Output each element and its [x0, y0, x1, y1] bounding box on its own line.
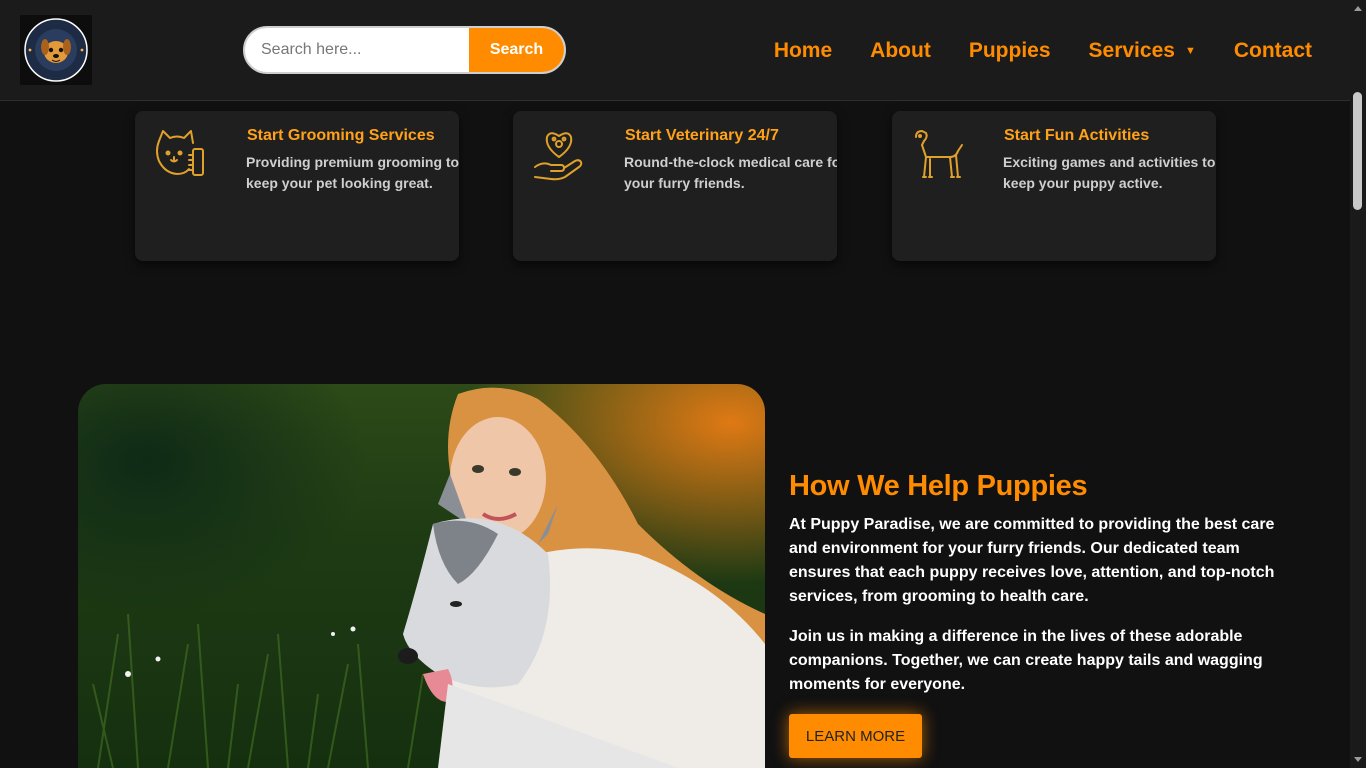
logo-badge-icon [24, 18, 88, 82]
service-card-title: Start Grooming Services [247, 127, 435, 144]
dog-standing-icon [915, 130, 963, 178]
woman-with-husky-image [92, 387, 765, 768]
service-card-veterinary[interactable]: Start Veterinary 24/7 Round-the-clock me… [513, 111, 837, 261]
service-card-grooming[interactable]: Start Grooming Services Providing premiu… [135, 111, 459, 261]
nav-home-label: Home [773, 39, 833, 62]
nav-home[interactable]: Home [774, 38, 832, 64]
nav-contact-label: Contact [1233, 39, 1312, 62]
learn-more-button[interactable]: LEARN MORE [789, 714, 922, 758]
nav-about-label: About [870, 39, 931, 62]
about-paragraph-1: At Puppy Paradise, we are committed to p… [789, 516, 1275, 605]
search-button[interactable]: Search [469, 28, 564, 72]
service-card-activities[interactable]: Start Fun Activities Exciting games and … [892, 111, 1216, 261]
caret-down-icon: ▼ [1184, 45, 1196, 57]
paw-heart-hand-icon [534, 132, 583, 181]
site-header: Search Home About Puppies Services ▼ Cont… [0, 0, 1350, 101]
about-section-title: How We Help Puppies [789, 470, 1088, 502]
main-nav: Home About Puppies Services ▼ Contact [736, 38, 1312, 64]
about-hero-image [78, 384, 765, 768]
nav-services[interactable]: Services ▼ [1089, 38, 1196, 64]
service-card-title: Start Veterinary 24/7 [625, 127, 779, 144]
scroll-up-arrow-icon[interactable] [1354, 6, 1362, 11]
nav-puppies[interactable]: Puppies [969, 38, 1051, 64]
scroll-down-arrow-icon[interactable] [1354, 757, 1362, 762]
nav-about[interactable]: About [870, 38, 931, 64]
nav-services-label: Services [1088, 39, 1175, 62]
service-card-title: Start Fun Activities [1004, 127, 1150, 144]
service-card-description: Round-the-clock medical care for your fu… [624, 154, 837, 191]
nav-puppies-label: Puppies [968, 39, 1051, 62]
page-scrollbar[interactable] [1350, 0, 1366, 768]
search-input[interactable] [245, 28, 469, 72]
service-card-description: Providing premium grooming to keep your … [246, 154, 459, 191]
about-paragraph-2: Join us in making a difference in the li… [789, 628, 1263, 693]
nav-contact[interactable]: Contact [1234, 38, 1312, 64]
scrollbar-thumb[interactable] [1353, 92, 1362, 210]
service-card-description: Exciting games and activities to keep yo… [1003, 154, 1216, 191]
dog-grooming-icon [156, 130, 204, 176]
site-logo[interactable] [20, 15, 92, 85]
search-bar: Search [243, 26, 566, 74]
